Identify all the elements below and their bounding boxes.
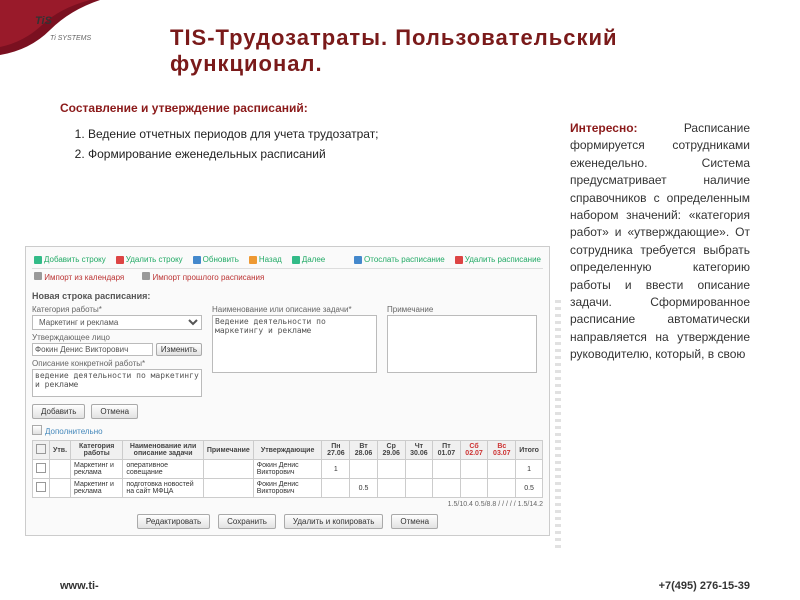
col-fri: Пт 01.07 [433, 441, 461, 460]
decorative-dots [555, 300, 561, 550]
col-thu: Чт 30.06 [405, 441, 433, 460]
add-row-button[interactable]: Добавить строку [34, 255, 106, 264]
page-title: TIS-Трудозатраты. Пользовательский функц… [170, 25, 730, 77]
section-heading: Составление и утверждение расписаний: [60, 100, 550, 117]
table-row[interactable]: Маркетинг и реклама оперативное совещани… [33, 460, 543, 479]
col-note: Примечание [203, 441, 253, 460]
app-screenshot: Добавить строку Удалить строку Обновить … [25, 246, 550, 536]
logo-text: TiS [35, 15, 52, 27]
schedule-table: Утв. Категория работы Наименование или о… [32, 440, 543, 498]
col-tue: Вт 28.06 [350, 441, 378, 460]
object-label: Описание конкретной работы* [32, 359, 202, 368]
col-wed: Ср 29.06 [377, 441, 405, 460]
footer-site: www.ti- [60, 580, 99, 592]
approver-label: Утверждающее лицо [32, 333, 202, 342]
note-textarea[interactable] [387, 315, 537, 373]
toolbar: Добавить строку Удалить строку Обновить … [32, 251, 543, 269]
left-column: Составление и утверждение расписаний: Ве… [60, 100, 550, 165]
sidebar-body: Расписание формируется сотрудниками ежен… [570, 121, 750, 361]
table-pager: 1.5/10.4 0.5/8.8 / / / / / 1.5/14.2 [32, 501, 543, 508]
col-total: Итого [516, 441, 543, 460]
select-all-checkbox[interactable] [36, 444, 46, 454]
row-checkbox[interactable] [36, 463, 46, 473]
footer-phone: +7(495) 276-15-39 [659, 580, 750, 592]
sidebar-label: Интересно: [570, 121, 638, 135]
sidebar-note: Интересно: Расписание формируется сотруд… [570, 120, 750, 363]
delete-copy-button[interactable]: Удалить и копировать [284, 514, 383, 529]
approver-input[interactable] [32, 343, 153, 356]
logo-subtitle: Ti SYSTEMS [50, 35, 91, 42]
delete-row-button[interactable]: Удалить строку [116, 255, 183, 264]
cancel-bottom-button[interactable]: Отмена [391, 514, 438, 529]
col-approver: Утверждающие [253, 441, 322, 460]
form-section-title: Новая строка расписания: [32, 291, 543, 301]
note-label: Примечание [387, 305, 537, 314]
import-row: Импорт из календаря Импорт прошлого расп… [32, 269, 543, 285]
col-sun: Вс 03.07 [488, 441, 516, 460]
table-row[interactable]: Маркетинг и реклама подготовка новостей … [33, 479, 543, 498]
col-sat: Сб 02.07 [460, 441, 488, 460]
list-item: Ведение отчетных периодов для учета труд… [88, 125, 550, 143]
list-item: Формирование еженедельных расписаний [88, 145, 550, 163]
next-button[interactable]: Далее [292, 255, 325, 264]
cancel-button[interactable]: Отмена [91, 404, 138, 419]
import-previous-link[interactable]: Импорт прошлого расписания [142, 272, 264, 282]
category-select[interactable]: Маркетинг и реклама [32, 315, 202, 330]
col-approve: Утв. [50, 441, 71, 460]
col-mon: Пн 27.06 [322, 441, 350, 460]
section-list: Ведение отчетных периодов для учета труд… [88, 125, 550, 163]
table-header-row: Утв. Категория работы Наименование или о… [33, 441, 543, 460]
save-button[interactable]: Сохранить [218, 514, 276, 529]
object-textarea[interactable]: ведение деятельности по маркетингу и рек… [32, 369, 202, 397]
add-button[interactable]: Добавить [32, 404, 85, 419]
description-label: Наименование или описание задачи* [212, 305, 377, 314]
send-schedule-button[interactable]: Отослать расписание [354, 255, 445, 264]
row-checkbox[interactable] [36, 482, 46, 492]
header-swoosh [0, 0, 130, 65]
col-description: Наименование или описание задачи [123, 441, 204, 460]
category-label: Категория работы* [32, 305, 202, 314]
refresh-button[interactable]: Обновить [193, 255, 239, 264]
description-textarea[interactable]: Ведение деятельности по маркетингу и рек… [212, 315, 377, 373]
back-button[interactable]: Назад [249, 255, 282, 264]
import-calendar-link[interactable]: Импорт из календаря [34, 272, 124, 282]
change-approver-button[interactable]: Изменить [156, 343, 202, 356]
edit-button[interactable]: Редактировать [137, 514, 210, 529]
col-category: Категория работы [71, 441, 123, 460]
delete-schedule-button[interactable]: Удалить расписание [455, 255, 541, 264]
additional-toggle[interactable]: Дополнительно [32, 425, 543, 436]
